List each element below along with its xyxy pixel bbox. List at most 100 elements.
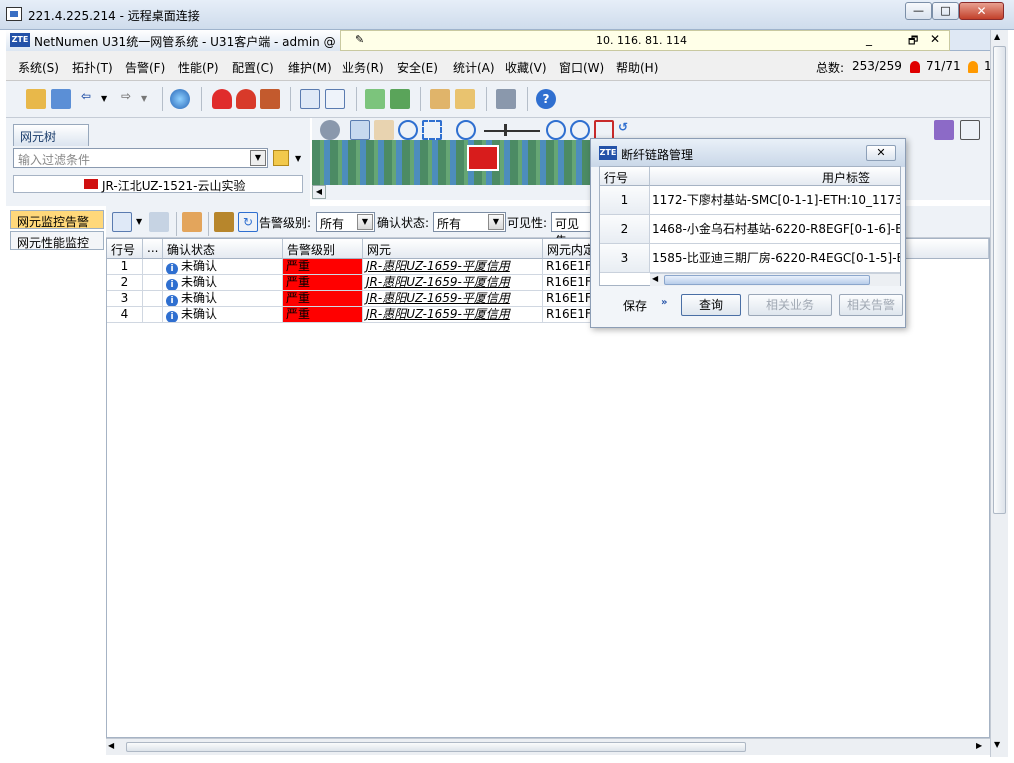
inner-close-button[interactable]: ✕ xyxy=(930,32,940,46)
menu-favorites[interactable]: 收藏(V) xyxy=(505,59,547,76)
zoom-slider[interactable] xyxy=(484,130,540,132)
filter-input[interactable]: 输入过滤条件 xyxy=(13,148,268,168)
cell-ne-link[interactable]: JR-惠阳UZ-1659-平厦信用 xyxy=(363,307,543,323)
column-dropdown-icon[interactable]: ▼ xyxy=(136,217,142,226)
app-tab[interactable]: ZTE NetNumen U31统一网管系统 - U31客户端 - admin … xyxy=(6,30,346,51)
inner-minimize-button[interactable]: _ xyxy=(866,32,872,46)
link-user-label[interactable]: 1172-下廖村基站-SMC[0-1-1]-ETH:10_1173-三 xyxy=(650,186,900,215)
scroll-left-icon[interactable]: ◀ xyxy=(108,741,114,750)
col-ne[interactable]: 网元 xyxy=(363,239,543,259)
menu-topology[interactable]: 拓扑(T) xyxy=(72,59,113,76)
zoom-region-icon[interactable] xyxy=(422,120,442,140)
report-icon[interactable] xyxy=(430,89,450,109)
critical-alarm-icon[interactable] xyxy=(910,61,920,73)
related-service-button[interactable]: 相关业务 xyxy=(748,294,832,316)
minimize-button[interactable]: — xyxy=(905,2,932,20)
topology-link-icon[interactable] xyxy=(365,89,385,109)
ack-dropdown-icon[interactable]: ▼ xyxy=(488,214,504,230)
menu-security[interactable]: 安全(E) xyxy=(397,59,438,76)
alarm-light-multiple-icon[interactable] xyxy=(236,89,256,109)
link-row-number[interactable]: 2 xyxy=(600,215,650,244)
column-settings-icon[interactable] xyxy=(112,212,132,232)
dialog-scroll-thumb[interactable] xyxy=(664,275,870,285)
tab-ne-alarm-monitor[interactable]: 网元监控告警 xyxy=(10,210,104,229)
export-icon[interactable] xyxy=(182,212,202,232)
fit-window-icon[interactable] xyxy=(594,120,614,140)
filter-dropdown-icon[interactable]: ▼ xyxy=(250,150,266,166)
zoom-out-icon[interactable] xyxy=(456,120,476,140)
related-alarm-button[interactable]: 相关告警 xyxy=(839,294,903,316)
menu-performance[interactable]: 性能(P) xyxy=(178,59,219,76)
dialog-horizontal-scrollbar[interactable]: ◀ xyxy=(650,273,900,286)
link-row-number[interactable]: 3 xyxy=(600,244,650,273)
help-icon[interactable]: ? xyxy=(536,89,556,109)
zoom-icon[interactable] xyxy=(398,120,418,140)
ne-tree-tab[interactable]: 网元树 xyxy=(13,124,89,146)
expand-chevron-icon[interactable]: » xyxy=(661,297,667,308)
critical-alarm-count[interactable]: 71/71 xyxy=(926,59,961,73)
menu-service[interactable]: 业务(R) xyxy=(342,59,384,76)
dialog-close-button[interactable]: ✕ xyxy=(866,145,896,161)
menu-alarm[interactable]: 告警(F) xyxy=(125,59,165,76)
link-user-label[interactable]: 1468-小金乌石村基站-6220-R8EGF[0-1-6]-ETH xyxy=(650,215,900,244)
tools-icon[interactable] xyxy=(496,89,516,109)
pin-icon[interactable]: ✎ xyxy=(355,33,364,46)
forward-dropdown-icon[interactable]: ▼ xyxy=(141,94,147,103)
link-row-number[interactable]: 1 xyxy=(600,186,650,215)
horizontal-scrollbar[interactable]: ◀ ▶ xyxy=(106,738,990,755)
scroll-down-icon[interactable]: ▼ xyxy=(994,740,1000,749)
major-alarm-icon[interactable] xyxy=(968,61,978,73)
sync-icon[interactable]: ↻ xyxy=(238,212,258,232)
schedule-icon[interactable] xyxy=(455,89,475,109)
vertical-scroll-thumb[interactable] xyxy=(993,46,1006,514)
zoom-slider-handle[interactable] xyxy=(504,124,507,136)
filter-menu-icon[interactable]: ▼ xyxy=(295,154,301,163)
visibility-select[interactable]: 可见告 xyxy=(551,212,591,248)
link-user-label[interactable]: 1585-比亚迪三期厂房-6220-R4EGC[0-1-5]-ET xyxy=(650,244,900,273)
table-search-icon[interactable] xyxy=(325,89,345,109)
tree-item[interactable]: JR-江北UZ-1521-云山实验 xyxy=(13,175,303,193)
window-icon[interactable] xyxy=(51,89,71,109)
user-icon[interactable] xyxy=(26,89,46,109)
gear-icon[interactable] xyxy=(320,120,340,140)
layout-icon[interactable] xyxy=(960,120,980,140)
menu-system[interactable]: 系统(S) xyxy=(18,59,59,76)
dialog-titlebar[interactable]: ZTE 断纤链路管理 ✕ xyxy=(591,139,905,167)
back-icon[interactable]: ⇦ xyxy=(76,89,96,109)
cell-ne-link[interactable]: JR-惠阳UZ-1659-平厦信用 xyxy=(363,275,543,291)
col-row-number[interactable]: 行号 xyxy=(107,239,143,259)
menu-statistics[interactable]: 统计(A) xyxy=(453,59,495,76)
select-pointer-icon[interactable] xyxy=(350,120,370,140)
topology-scroll-left-icon[interactable]: ◀ xyxy=(312,185,326,199)
cell-ne-link[interactable]: JR-惠阳UZ-1659-平厦信用 xyxy=(363,259,543,275)
ack-select[interactable]: 所有 ▼ xyxy=(433,212,506,232)
severity-select[interactable]: 所有 ▼ xyxy=(316,212,375,232)
zoom-in-icon[interactable] xyxy=(546,120,566,140)
vertical-scrollbar[interactable]: ▲ ▼ xyxy=(990,30,1008,757)
menu-maintenance[interactable]: 维护(M) xyxy=(288,59,332,76)
table-icon[interactable] xyxy=(300,89,320,109)
horizontal-scroll-thumb[interactable] xyxy=(126,742,746,752)
col-more[interactable]: ... xyxy=(143,239,163,259)
globe-icon[interactable] xyxy=(170,89,190,109)
binoculars-icon[interactable] xyxy=(934,120,954,140)
dialog-scroll-left-icon[interactable]: ◀ xyxy=(652,274,658,283)
alarm-settings-icon[interactable] xyxy=(260,89,280,109)
col-user-label[interactable]: 用户标签 xyxy=(650,167,900,186)
print-icon[interactable] xyxy=(149,212,169,232)
hand-icon[interactable] xyxy=(374,120,394,140)
col-link-number[interactable]: 行号 xyxy=(600,167,650,186)
ne-node-alarm[interactable] xyxy=(467,145,499,171)
back-dropdown-icon[interactable]: ▼ xyxy=(101,94,107,103)
zoom-fit-icon[interactable] xyxy=(570,120,590,140)
forward-icon[interactable]: ⇨ xyxy=(116,89,136,109)
refresh-icon[interactable]: ↺ xyxy=(618,120,638,140)
close-button[interactable]: ✕ xyxy=(959,2,1004,20)
save-label[interactable]: 保存 xyxy=(623,297,647,314)
col-severity[interactable]: 告警级别 xyxy=(283,239,363,259)
topology-canvas[interactable] xyxy=(312,140,604,185)
menu-window[interactable]: 窗口(W) xyxy=(559,59,604,76)
query-button[interactable]: 查询 xyxy=(681,294,741,316)
filter-icon[interactable] xyxy=(273,150,289,166)
wrench-icon[interactable] xyxy=(214,212,234,232)
